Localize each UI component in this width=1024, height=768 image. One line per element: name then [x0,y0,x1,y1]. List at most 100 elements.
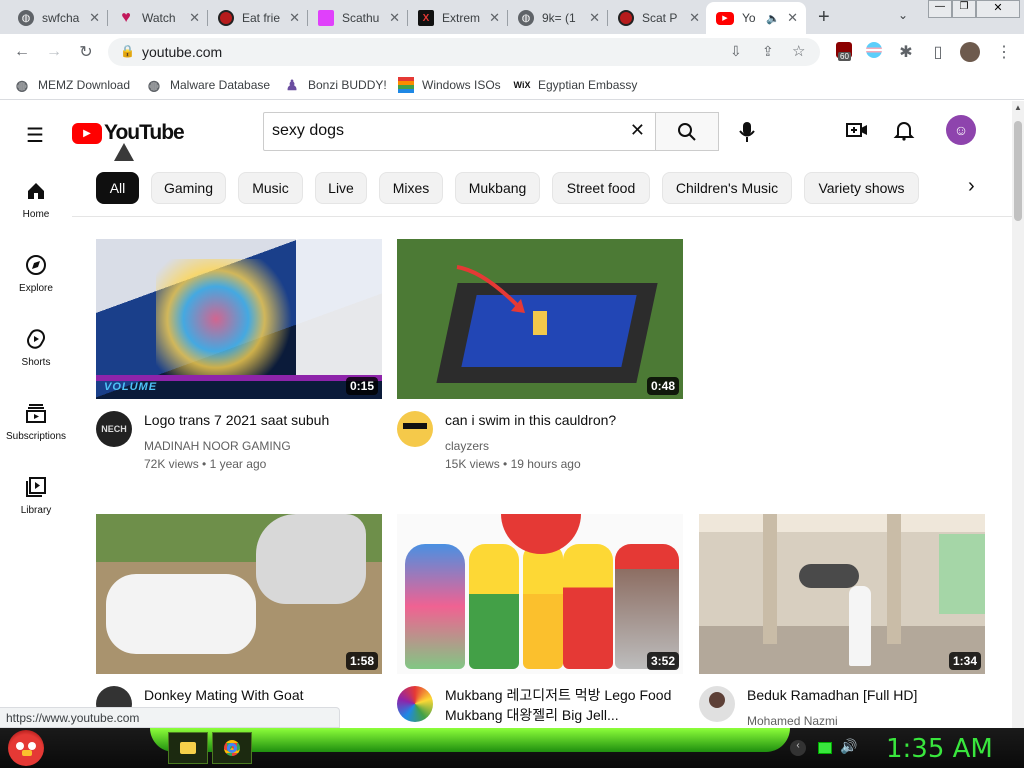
browser-tab[interactable]: X Extrem ✕ [408,4,508,32]
channel-avatar[interactable]: NECH [96,411,132,447]
chip-all[interactable]: All [96,172,139,204]
search-button[interactable] [655,112,719,151]
tab-close-icon[interactable]: ✕ [389,10,400,26]
battery-icon[interactable] [818,742,832,754]
microphone-icon[interactable] [737,121,757,143]
search-input[interactable]: sexy dogs ✕ [263,112,656,151]
video-thumbnail[interactable]: VOLUME 0:15 [96,239,382,399]
close-window-button[interactable]: ✕ [976,0,1020,18]
browser-tab[interactable]: ◍ swfcha ✕ [8,4,108,32]
taskbar: ‹ 🔊 1:35 AM [0,728,1024,768]
video-title[interactable]: Mukbang 레고디저트 먹방 Lego Food Mukbang 대왕젤리 … [445,685,685,725]
compass-icon [24,253,48,277]
tab-close-icon[interactable]: ✕ [689,10,700,26]
minimize-button[interactable]: — [928,0,952,18]
hamburger-menu-icon[interactable]: ☰ [26,123,44,148]
video-thumbnail[interactable]: 0:48 [397,239,683,399]
bookmark-item[interactable]: WiX Egyptian Embassy [514,77,638,93]
bookmark-item[interactable]: Windows ISOs [398,77,501,93]
channel-avatar[interactable] [397,411,433,447]
taskbar-chrome[interactable] [212,732,252,764]
volume-icon[interactable]: 🔊 [840,738,857,755]
tab-close-icon[interactable]: ✕ [89,10,100,26]
tab-close-icon[interactable]: ✕ [489,10,500,26]
video-thumbnail[interactable]: 1:58 [96,514,382,674]
chip-live[interactable]: Live [315,172,367,204]
sidebar-item-library[interactable]: Library [0,475,72,516]
share-icon[interactable]: ⇪ [762,43,774,60]
thumbnail-art [533,311,547,335]
sidebar-item-home[interactable]: Home [0,179,72,220]
sidebar-item-shorts[interactable]: Shorts [0,327,72,368]
tray-expand-icon[interactable]: ‹ [790,740,806,756]
extension-shield-icon[interactable]: 60 [836,42,852,61]
chip-variety-shows[interactable]: Variety shows [804,172,919,204]
taskbar-clock[interactable]: 1:35 AM [886,734,993,764]
back-arrow-icon[interactable]: ← [12,42,32,62]
browser-tab[interactable]: Scat P ✕ [608,4,708,32]
channel-name[interactable]: MADINAH NOOR GAMING [144,439,291,453]
taskbar-file-explorer[interactable] [168,732,208,764]
scrollbar-thumb[interactable] [1014,121,1022,221]
pride-extension-icon[interactable] [866,42,882,58]
sidebar-item-subscriptions[interactable]: Subscriptions [0,401,72,442]
create-video-icon[interactable] [846,121,868,139]
chip-music[interactable]: Music [238,172,303,204]
video-thumbnail[interactable]: 3:52 [397,514,683,674]
bookmark-item[interactable]: ◍ MEMZ Download [14,77,130,93]
install-app-icon[interactable]: ⇩ [730,43,742,60]
video-title[interactable]: Logo trans 7 2021 saat subuh [144,410,384,430]
chip-gaming[interactable]: Gaming [151,172,226,204]
bookmark-item[interactable]: ♟ Bonzi BUDDY! [284,77,387,93]
chip-street-food[interactable]: Street food [552,172,650,204]
thumbnail-art [16,742,24,750]
channel-avatar[interactable] [699,686,735,722]
side-panel-icon[interactable]: ▯ [928,42,948,62]
video-title[interactable]: can i swim in this cauldron? [445,410,685,430]
channel-name[interactable]: Mohamed Nazmi [747,714,838,728]
chip-mixes[interactable]: Mixes [379,172,443,204]
tab-search-icon[interactable]: ⌄ [898,8,908,22]
youtube-logo[interactable]: ▶ YouTube [72,121,185,145]
chip-mukbang[interactable]: Mukbang [455,172,540,204]
tab-close-icon[interactable]: ✕ [189,10,200,26]
scroll-up-arrow-icon[interactable]: ▲ [1014,103,1022,112]
youtube-icon: ▶ [716,11,734,25]
browser-tab-active[interactable]: ▶ Yo 🔈 ✕ [706,2,806,34]
video-thumbnail[interactable]: 1:34 [699,514,985,674]
tab-close-icon[interactable]: ✕ [289,10,300,26]
tab-close-icon[interactable]: ✕ [787,10,798,26]
channel-avatar[interactable] [397,686,433,722]
bookmarks-bar: ◍ MEMZ Download ◍ Malware Database ♟ Bon… [0,70,1024,100]
page-scrollbar[interactable]: ▲ [1012,101,1024,728]
new-tab-button[interactable]: + [818,6,830,29]
forward-arrow-icon[interactable]: → [44,42,64,62]
chip-childrens-music[interactable]: Children's Music [662,172,792,204]
audio-playing-icon[interactable]: 🔈 [766,12,780,25]
menu-kebab-icon[interactable]: ⋮ [994,42,1014,62]
thumbnail-art [763,514,777,644]
clear-search-icon[interactable]: ✕ [630,120,645,141]
tab-close-icon[interactable]: ✕ [589,10,600,26]
angry-bird-icon[interactable] [8,730,44,766]
bookmark-item[interactable]: ◍ Malware Database [146,77,270,93]
lock-icon[interactable]: 🔒 [120,44,135,58]
bookmark-star-icon[interactable]: ☆ [792,42,805,60]
browser-tab[interactable]: ♥ Watch ✕ [108,4,208,32]
account-avatar[interactable]: ☺ [946,115,976,145]
address-bar[interactable]: 🔒 youtube.com ⇩ ⇪ ☆ [108,38,820,66]
video-title[interactable]: Beduk Ramadhan [Full HD] [747,685,987,705]
browser-tab[interactable]: Eat frie ✕ [208,4,308,32]
notifications-bell-icon[interactable] [893,119,915,141]
chevron-right-icon[interactable]: › [968,175,975,198]
browser-tab[interactable]: ◍ 9k= (1 ✕ [508,4,608,32]
browser-tab[interactable]: Scathu ✕ [308,4,408,32]
profile-avatar[interactable] [960,42,980,62]
video-title[interactable]: Donkey Mating With Goat [144,685,384,705]
extensions-puzzle-icon[interactable]: ✱ [896,42,916,62]
sidebar-item-explore[interactable]: Explore [0,253,72,294]
reload-icon[interactable]: ↻ [76,42,96,62]
channel-name[interactable]: clayzers [445,439,489,453]
globe-icon: ◍ [18,10,34,26]
restore-button[interactable]: ❐ [952,0,976,18]
